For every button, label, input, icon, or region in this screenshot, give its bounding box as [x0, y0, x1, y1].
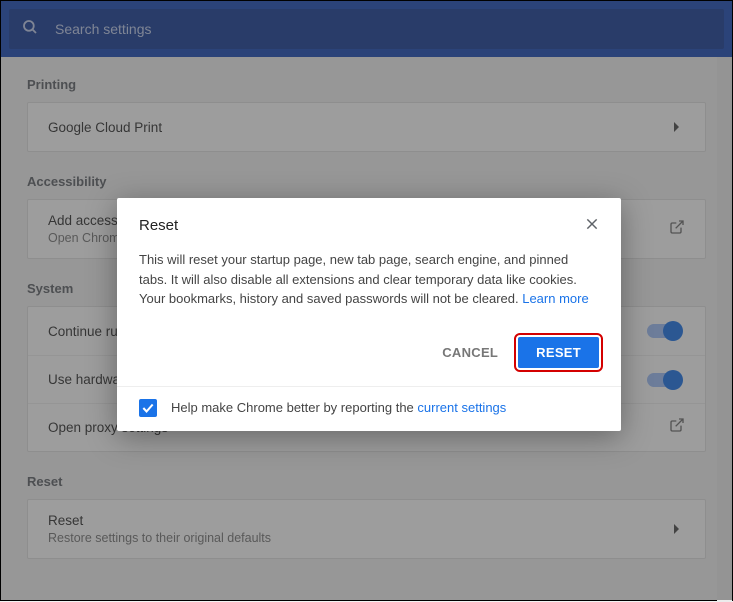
reset-dialog: Reset This will reset your startup page,…	[117, 198, 621, 431]
dialog-body: This will reset your startup page, new t…	[117, 242, 621, 313]
reset-button[interactable]: RESET	[518, 337, 599, 368]
learn-more-link[interactable]: Learn more	[522, 291, 588, 306]
help-checkbox[interactable]	[139, 399, 157, 417]
help-label: Help make Chrome better by reporting the…	[171, 400, 506, 415]
close-icon[interactable]	[585, 216, 599, 234]
help-prefix: Help make Chrome better by reporting the	[171, 400, 417, 415]
cancel-button[interactable]: CANCEL	[432, 337, 508, 368]
dialog-title: Reset	[139, 217, 178, 234]
dialog-body-text: This will reset your startup page, new t…	[139, 252, 577, 306]
current-settings-link[interactable]: current settings	[417, 400, 506, 415]
